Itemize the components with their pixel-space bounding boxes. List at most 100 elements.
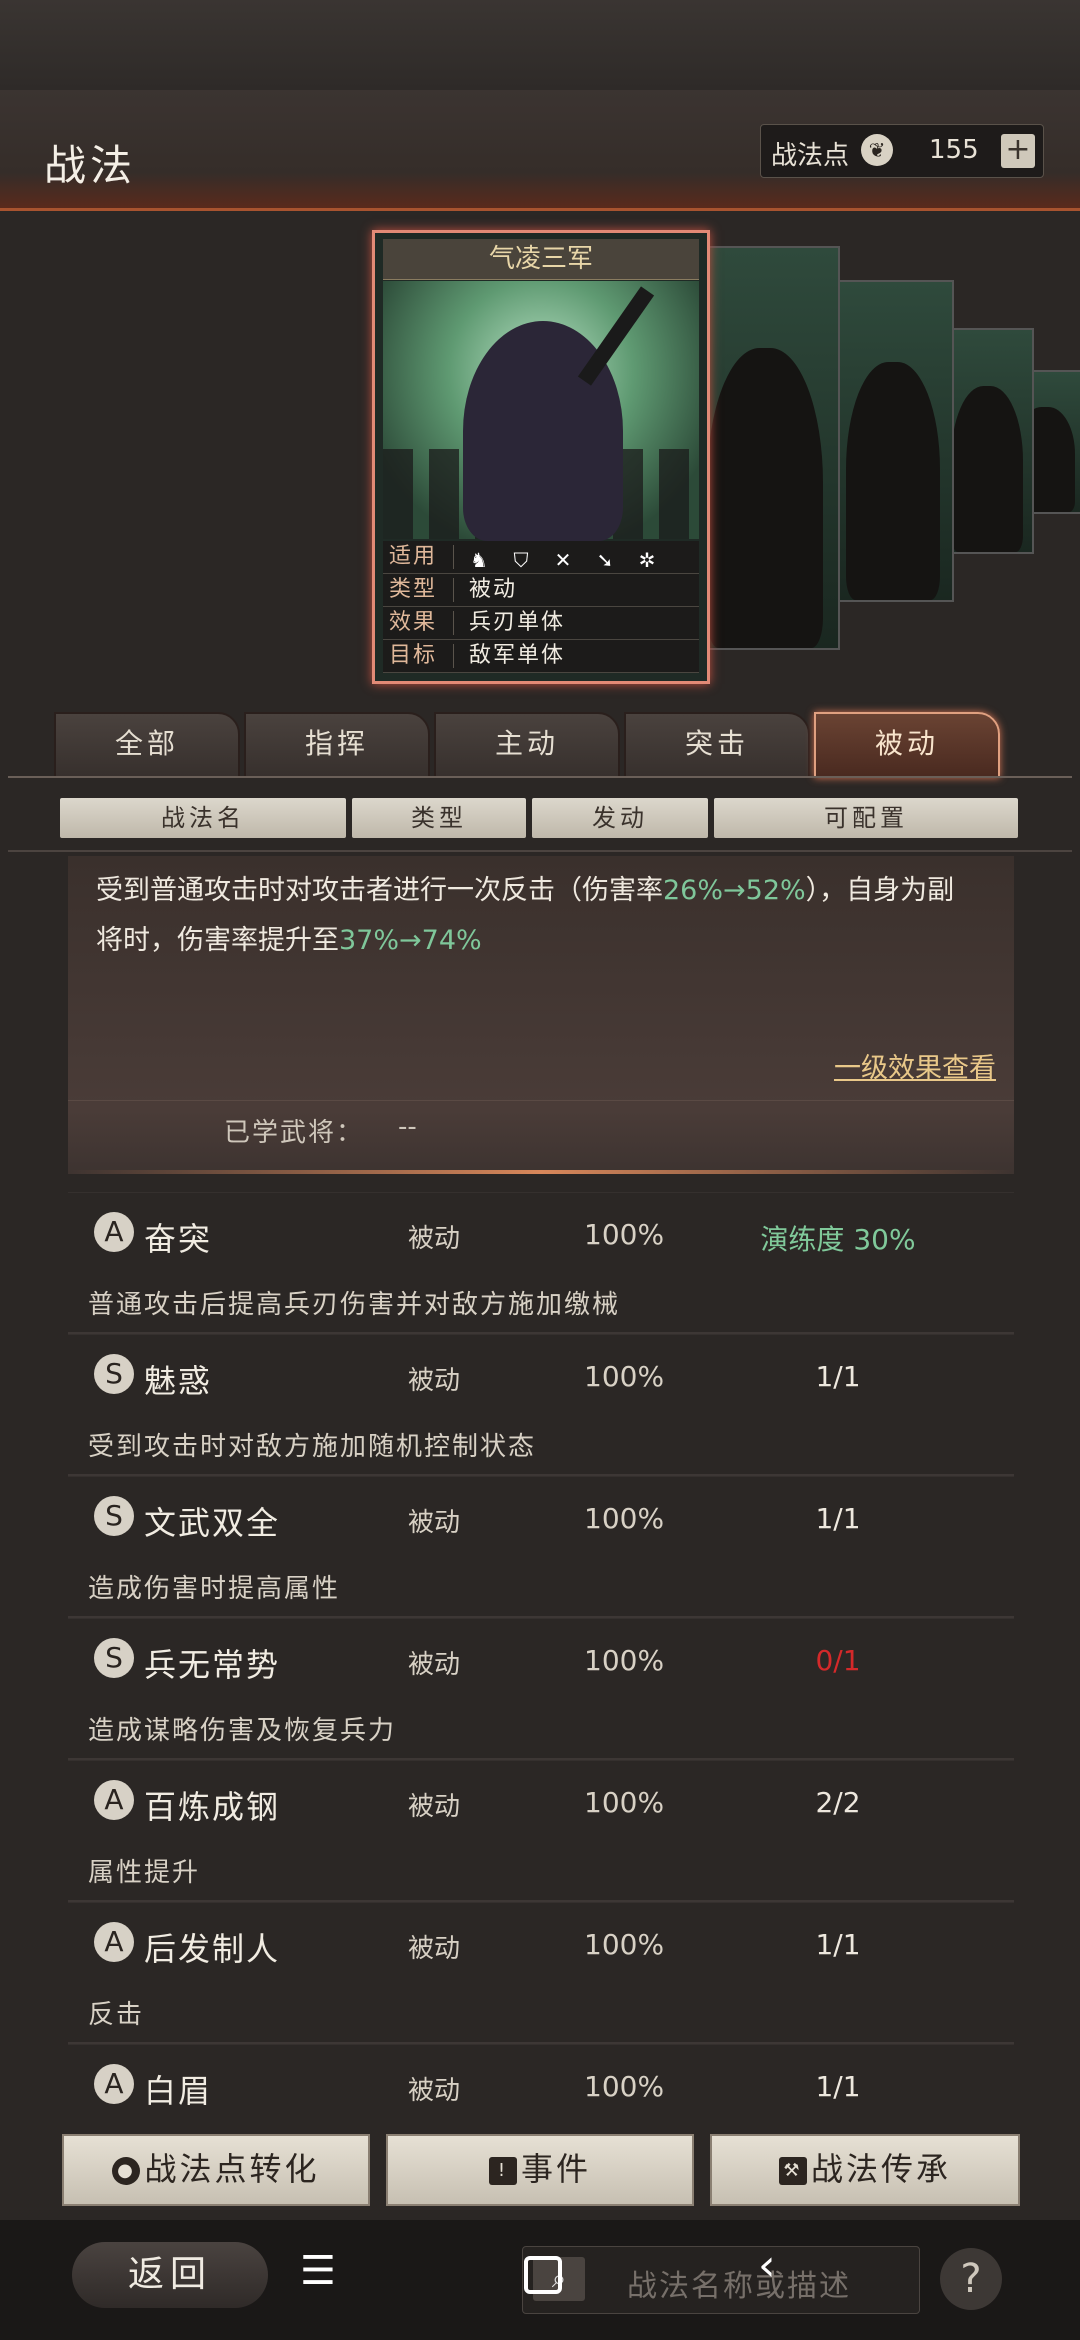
skill-summary: 普通攻击后提高兵刃伤害并对敌方施加缴械 bbox=[88, 1290, 621, 1320]
bottom-navigation: 返回 ☰ ⌕ 战法名称或描述 ‹ ? bbox=[0, 2220, 1080, 2340]
skill-name: 后发制人 bbox=[144, 1930, 281, 1968]
grade-badge: S bbox=[94, 1638, 134, 1678]
cavalry-icon: ♞ bbox=[470, 548, 488, 572]
card-back-1[interactable] bbox=[690, 246, 840, 650]
detail-text-part: 受到普通攻击时对攻击者进行一次反击（伤害率 bbox=[96, 875, 663, 906]
skill-configurable: 2/2 bbox=[815, 1786, 861, 1819]
grade-badge: A bbox=[94, 1212, 134, 1252]
detail-bottom-glow bbox=[68, 1170, 1014, 1174]
level-one-effect-link[interactable]: 一级效果查看 bbox=[834, 1046, 996, 1085]
unit-icons: ♞ ⛉ ✕ ➘ ✲ bbox=[467, 545, 677, 572]
card-row-key: 适用 bbox=[389, 544, 438, 569]
inherit-skill-label: 战法传承 bbox=[810, 2150, 951, 2188]
card-row-key: 类型 bbox=[389, 577, 438, 602]
skill-type: 被动 bbox=[408, 1934, 461, 1964]
skill-trigger-rate: 100% bbox=[584, 1928, 665, 1961]
grade-badge: S bbox=[94, 1354, 134, 1394]
card-row-type: 类型 被动 bbox=[383, 574, 699, 607]
category-tabs: 全部 指挥 主动 突击 被动 bbox=[54, 712, 1054, 778]
card-carousel[interactable]: 气凌三军 适用 ♞ ⛉ ✕ ➘ ✲ 类型 被动 效果 兵刃单体 目标 敌军单体 bbox=[0, 220, 1080, 690]
skill-summary: 受到攻击时对敌方施加随机控制状态 bbox=[88, 1432, 537, 1462]
tab-command[interactable]: 指挥 bbox=[244, 712, 430, 778]
page-title: 战法 bbox=[44, 141, 137, 190]
skill-type: 被动 bbox=[408, 1224, 461, 1254]
menu-icon[interactable]: ☰ bbox=[300, 2248, 336, 2294]
skill-summary: 反击 bbox=[88, 2000, 145, 2030]
help-icon[interactable]: ? bbox=[940, 2248, 1002, 2310]
skill-trigger-rate: 100% bbox=[584, 2070, 665, 2103]
card-row-value: 被动 bbox=[469, 577, 518, 602]
list-item[interactable]: A 白眉 被动 100% 1/1 bbox=[68, 2044, 1014, 2122]
home-square-icon[interactable] bbox=[524, 2256, 562, 2294]
card-row-key: 效果 bbox=[389, 610, 438, 635]
hammer-icon: ⚒ bbox=[778, 2157, 807, 2185]
list-item[interactable]: S 魅惑 被动 100% 1/1 受到攻击时对敌方施加随机控制状态 bbox=[68, 1334, 1014, 1476]
detail-highlight: 37%→74% bbox=[339, 925, 482, 956]
skill-trigger-rate: 100% bbox=[584, 1644, 665, 1677]
column-header-type[interactable]: 类型 bbox=[352, 798, 526, 838]
add-points-button[interactable]: + bbox=[1001, 134, 1035, 168]
featured-skill-card[interactable]: 气凌三军 适用 ♞ ⛉ ✕ ➘ ✲ 类型 被动 效果 兵刃单体 目标 敌军单体 bbox=[372, 230, 710, 684]
skill-type: 被动 bbox=[408, 1650, 461, 1680]
card-row-effect: 效果 兵刃单体 bbox=[383, 607, 699, 640]
column-header-trigger[interactable]: 发动 bbox=[532, 798, 708, 838]
card-row-value: 兵刃单体 bbox=[469, 610, 566, 635]
events-label: 事件 bbox=[520, 2150, 591, 2188]
grade-badge: A bbox=[94, 1780, 134, 1820]
top-decoration bbox=[0, 0, 1080, 90]
skill-detail-panel: 受到普通攻击时对攻击者进行一次反击（伤害率26%→52%），自身为副将时，伤害率… bbox=[68, 856, 1014, 1174]
wheel-icon: ✲ bbox=[638, 548, 656, 572]
skill-name: 白眉 bbox=[144, 2072, 213, 2110]
skill-points-value: 155 bbox=[929, 135, 979, 165]
learned-generals-value: -- bbox=[398, 1112, 417, 1142]
skill-configurable: 1/1 bbox=[815, 1502, 861, 1535]
tab-all[interactable]: 全部 bbox=[54, 712, 240, 778]
skill-summary: 属性提升 bbox=[88, 1858, 201, 1888]
skill-trigger-rate: 100% bbox=[584, 1502, 665, 1535]
card-title: 气凌三军 bbox=[383, 239, 699, 280]
card-info: 适用 ♞ ⛉ ✕ ➘ ✲ 类型 被动 效果 兵刃单体 目标 敌军单体 bbox=[383, 541, 699, 673]
card-row-key: 目标 bbox=[389, 643, 438, 668]
detail-highlight: 26%→52% bbox=[663, 875, 806, 906]
alert-icon: ! bbox=[488, 2157, 517, 2185]
shield-icon: ⛉ bbox=[513, 548, 529, 572]
column-header-configurable[interactable]: 可配置 bbox=[714, 798, 1018, 838]
search-input[interactable]: ⌕ 战法名称或描述 bbox=[522, 2246, 920, 2314]
events-button[interactable]: ! 事件 bbox=[386, 2134, 694, 2206]
convert-points-label: 战法点转化 bbox=[144, 2150, 320, 2188]
skill-name: 兵无常势 bbox=[144, 1646, 281, 1684]
skill-configurable: 0/1 bbox=[815, 1644, 861, 1677]
tab-passive[interactable]: 被动 bbox=[814, 712, 1000, 778]
list-item[interactable]: A 后发制人 被动 100% 1/1 反击 bbox=[68, 1902, 1014, 2044]
drop-icon: ● bbox=[112, 2157, 141, 2185]
skill-trigger-rate: 100% bbox=[584, 1360, 665, 1393]
skill-type: 被动 bbox=[408, 1366, 461, 1396]
inherit-skill-button[interactable]: ⚒ 战法传承 bbox=[710, 2134, 1020, 2206]
tab-active[interactable]: 主动 bbox=[434, 712, 620, 778]
back-button[interactable]: 返回 bbox=[72, 2242, 268, 2308]
skill-name: 文武双全 bbox=[144, 1504, 281, 1542]
skill-summary: 造成伤害时提高属性 bbox=[88, 1574, 341, 1604]
list-item[interactable]: A 奋突 被动 100% 演练度 30% 普通攻击后提高兵刃伤害并对敌方施加缴械 bbox=[68, 1192, 1014, 1334]
grade-badge: A bbox=[94, 1922, 134, 1962]
list-item[interactable]: S 兵无常势 被动 100% 0/1 造成谋略伤害及恢复兵力 bbox=[68, 1618, 1014, 1760]
card-row-value: 敌军单体 bbox=[469, 643, 566, 668]
grade-badge: S bbox=[94, 1496, 134, 1536]
list-item[interactable]: A 百炼成钢 被动 100% 2/2 属性提升 bbox=[68, 1760, 1014, 1902]
skill-points-box: 战法点 ❦ 155 + bbox=[760, 124, 1044, 178]
column-header-name[interactable]: 战法名 bbox=[60, 798, 346, 838]
skill-configurable: 1/1 bbox=[815, 1360, 861, 1393]
chevron-left-icon[interactable]: ‹ bbox=[758, 2240, 776, 2291]
card-row-target: 目标 敌军单体 bbox=[383, 640, 699, 673]
tab-assault[interactable]: 突击 bbox=[624, 712, 810, 778]
grade-badge: A bbox=[94, 2064, 134, 2104]
skill-list[interactable]: A 奋突 被动 100% 演练度 30% 普通攻击后提高兵刃伤害并对敌方施加缴械… bbox=[68, 1192, 1014, 2122]
skill-type: 被动 bbox=[408, 1792, 461, 1822]
skill-configurable: 1/1 bbox=[815, 2070, 861, 2103]
skill-configurable: 演练度 30% bbox=[760, 1223, 916, 1256]
card-back-3[interactable] bbox=[940, 328, 1034, 554]
skill-trigger-rate: 100% bbox=[584, 1218, 665, 1251]
list-item[interactable]: S 文武双全 被动 100% 1/1 造成伤害时提高属性 bbox=[68, 1476, 1014, 1618]
card-back-2[interactable] bbox=[832, 280, 954, 602]
convert-points-button[interactable]: ● 战法点转化 bbox=[62, 2134, 370, 2206]
